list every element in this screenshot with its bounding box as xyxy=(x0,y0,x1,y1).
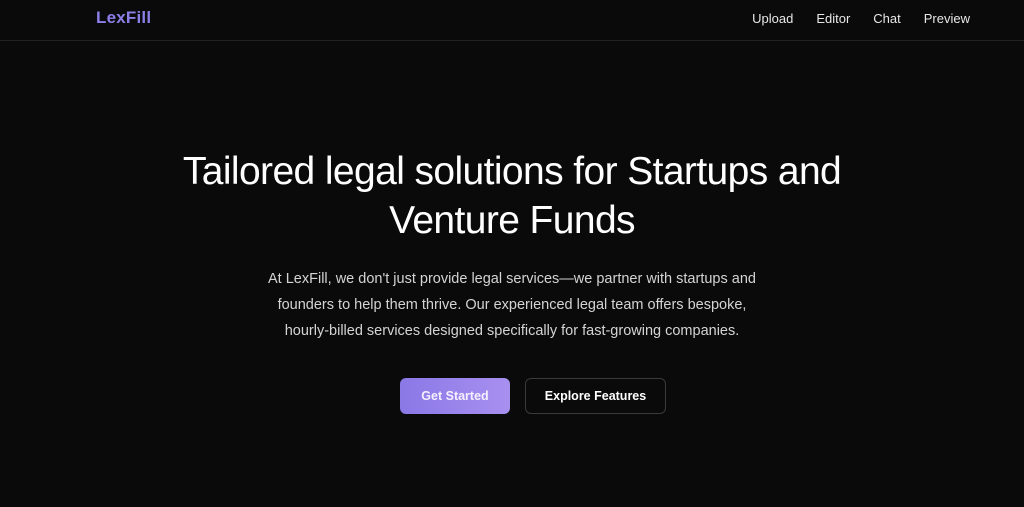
hero-headline-line-2: Venture Funds xyxy=(389,199,635,242)
hero-headline: Tailored legal solutions for Startups an… xyxy=(150,147,874,245)
nav-link-preview[interactable]: Preview xyxy=(924,11,970,26)
hero-headline-line-1: Tailored legal solutions for Startups an… xyxy=(182,150,842,193)
nav-link-chat[interactable]: Chat xyxy=(873,11,900,26)
hero-description-line-3: hourly-billed services designed specific… xyxy=(284,323,740,339)
hero-description: At LexFill, we don't just provide legal … xyxy=(262,266,762,344)
logo[interactable]: LexFill xyxy=(96,8,151,28)
hero-section: Tailored legal solutions for Startups an… xyxy=(0,41,1024,507)
top-navbar: LexFill Upload Editor Chat Preview xyxy=(0,0,1024,41)
hero-description-line-1: At LexFill, we don't just provide legal … xyxy=(268,271,756,287)
nav-link-editor[interactable]: Editor xyxy=(816,11,850,26)
get-started-button[interactable]: Get Started xyxy=(400,378,510,414)
hero-actions: Get Started Explore Features xyxy=(400,378,666,414)
nav-link-upload[interactable]: Upload xyxy=(752,11,793,26)
explore-features-button[interactable]: Explore Features xyxy=(525,378,666,414)
hero-description-line-2: founders to help them thrive. Our experi… xyxy=(277,297,747,313)
nav-links: Upload Editor Chat Preview xyxy=(752,11,970,26)
